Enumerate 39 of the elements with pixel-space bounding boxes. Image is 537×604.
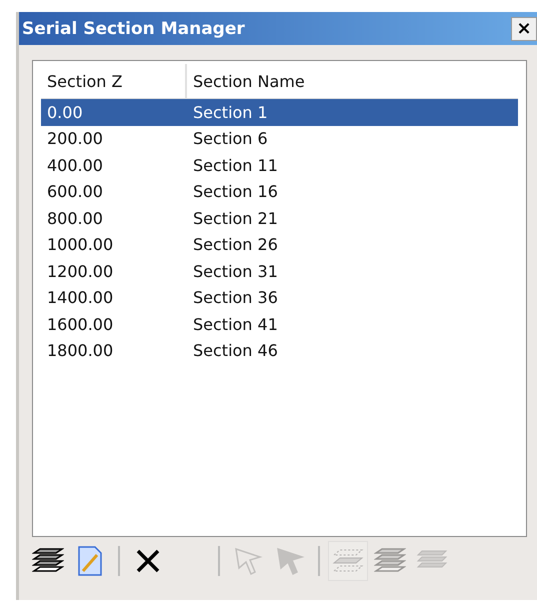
section-name-cell-text: Section 46 xyxy=(192,341,278,360)
section-name-cell-text: Section 31 xyxy=(192,262,278,281)
window-title: Serial Section Manager xyxy=(22,18,245,38)
list-row[interactable]: 0.00 Section 1 xyxy=(41,99,518,126)
section-name-cell-text: Section 1 xyxy=(192,102,268,122)
section-z-cell-text: 0.00 xyxy=(46,102,84,122)
list-row[interactable]: 400.00 Section 11 xyxy=(41,152,518,178)
list-row[interactable]: 1000.00 Section 26 xyxy=(41,232,518,258)
section-name-cell-text: Section 21 xyxy=(192,208,278,228)
close-button[interactable]: × xyxy=(511,16,537,40)
section-name-cell-text: Section 36 xyxy=(192,288,278,308)
section-z-cell-text: 1800.00 xyxy=(46,341,114,360)
layers-icon xyxy=(374,547,406,575)
list-row[interactable]: 1200.00 Section 31 xyxy=(41,258,518,284)
list-row[interactable]: 200.00 Section 6 xyxy=(41,126,518,152)
notepad-pencil-icon xyxy=(77,545,103,577)
layers-icon xyxy=(32,547,64,575)
section-z-cell-text: 600.00 xyxy=(46,182,104,202)
section-z-cell-text: 1000.00 xyxy=(46,235,114,254)
section-z-cell-text: 200.00 xyxy=(46,129,104,148)
section-name-cell-text: Section 26 xyxy=(192,235,278,254)
column-header[interactable]: Section Name xyxy=(187,64,305,98)
section-name-cell-text: Section 6 xyxy=(192,129,268,148)
section-z-cell-text: 1600.00 xyxy=(46,314,114,334)
pointer-icon xyxy=(275,546,305,576)
close-icon xyxy=(135,548,161,574)
pointer-icon xyxy=(233,546,263,576)
list-row[interactable]: 800.00 Section 21 xyxy=(41,205,518,232)
list-row[interactable]: 1800.00 Section 46 xyxy=(41,338,518,364)
section-name-cell-text: Section 41 xyxy=(192,314,278,334)
section-z-cell-text: 800.00 xyxy=(46,208,104,228)
list-row[interactable]: 1400.00 Section 36 xyxy=(41,284,518,311)
list-row[interactable]: 1600.00 Section 41 xyxy=(41,311,518,338)
section-name-cell-text: Section 11 xyxy=(192,156,278,175)
section-z-cell-text: 1400.00 xyxy=(46,288,114,308)
section-z-cell-text: 1200.00 xyxy=(46,262,114,281)
section-z-cell-text: 400.00 xyxy=(46,156,104,175)
section-name-cell-text: Section 16 xyxy=(192,182,278,202)
list-row[interactable]: 600.00 Section 16 xyxy=(41,178,518,205)
